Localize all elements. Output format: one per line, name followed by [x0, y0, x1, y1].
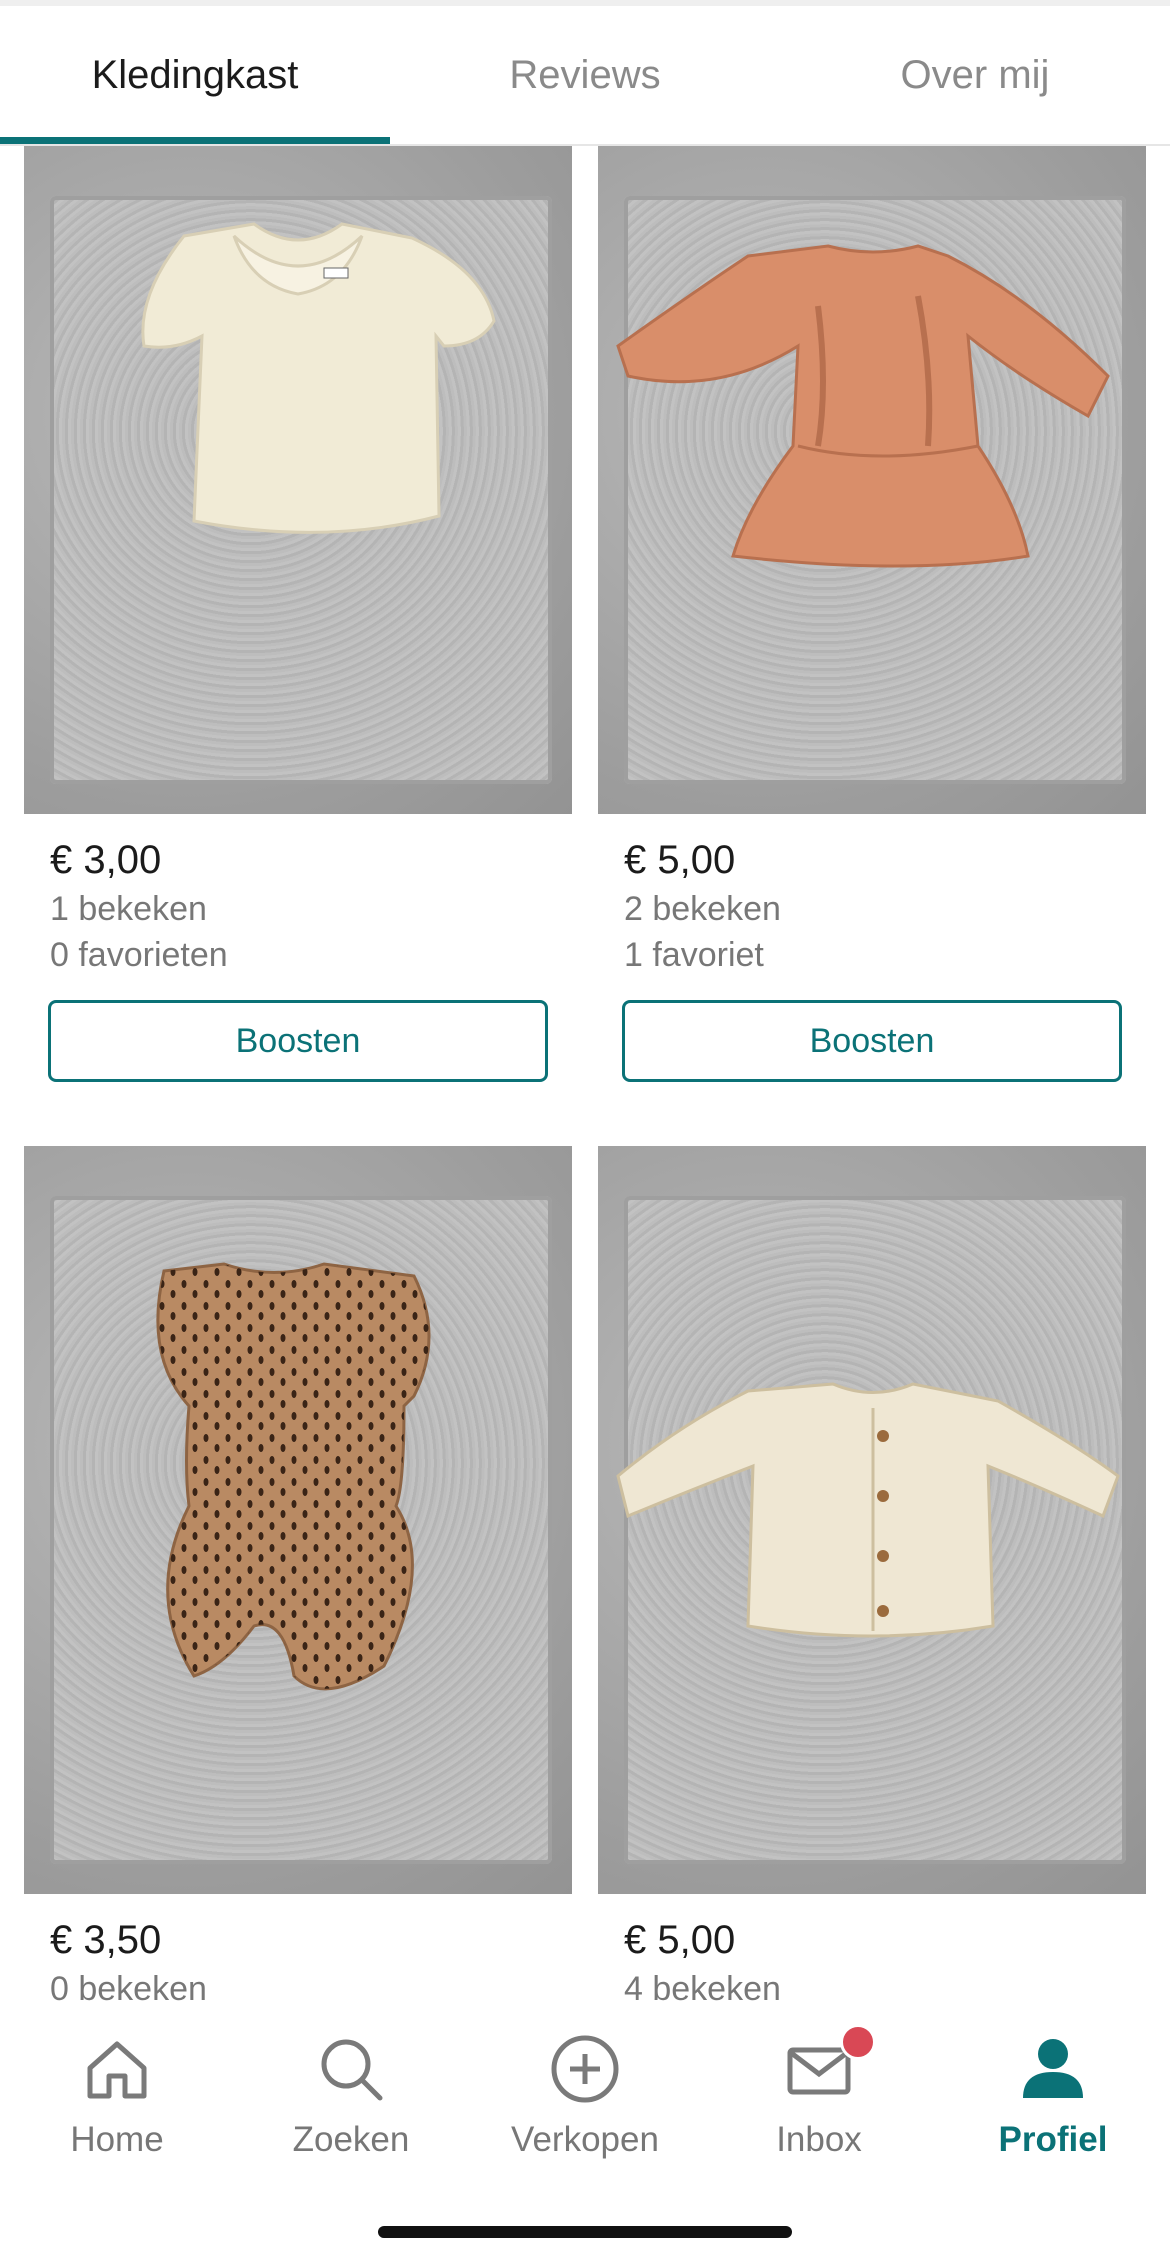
nav-label-inbox: Inbox	[776, 2120, 862, 2159]
profile-tabs: Kledingkast Reviews Over mij	[0, 6, 1170, 146]
nav-label-profile: Profiel	[998, 2120, 1108, 2159]
nav-inbox[interactable]: Inbox	[702, 2008, 936, 2178]
item-photo-cream-eyelet-cardigan[interactable]	[598, 1146, 1146, 1894]
nav-label-search: Zoeken	[292, 2120, 410, 2159]
notification-dot	[840, 2024, 876, 2060]
tab-over-mij[interactable]: Over mij	[780, 6, 1170, 144]
nav-home[interactable]: Home	[0, 2008, 234, 2178]
item-photo-orange-ruffle-dress[interactable]	[598, 146, 1146, 814]
tab-label: Kledingkast	[91, 52, 299, 97]
profile-icon	[1023, 2039, 1083, 2098]
nav-profile[interactable]: Profiel	[936, 2008, 1170, 2178]
tab-kledingkast[interactable]: Kledingkast	[0, 6, 390, 144]
item-price: € 3,00	[50, 838, 162, 882]
boost-button[interactable]: Boosten	[622, 1000, 1122, 1082]
boost-button[interactable]: Boosten	[48, 1000, 548, 1082]
item-views: 0 bekeken	[50, 1970, 207, 2008]
active-tab-indicator	[0, 137, 390, 144]
nav-search[interactable]: Zoeken	[234, 2008, 468, 2178]
nav-sell[interactable]: Verkopen	[468, 2008, 702, 2178]
item-price: € 5,00	[624, 838, 736, 882]
item-price: € 5,00	[624, 1918, 736, 1962]
search-icon	[321, 2039, 383, 2101]
item-favorites: 1 favoriet	[624, 936, 764, 974]
bottom-navigation: Home Zoeken Verkopen Inbox Profiel	[0, 2008, 1170, 2262]
plus-circle-icon	[551, 2035, 619, 2103]
item-views: 2 bekeken	[624, 890, 781, 928]
tab-reviews[interactable]: Reviews	[390, 6, 780, 144]
item-views: 1 bekeken	[50, 890, 207, 928]
tab-label: Reviews	[509, 52, 661, 97]
tab-label: Over mij	[900, 52, 1050, 97]
item-photo-brown-dotted-romper[interactable]	[24, 1146, 572, 1894]
item-photo-cream-ruffle-top[interactable]	[24, 146, 572, 814]
nav-label-home: Home	[70, 2120, 164, 2159]
item-views: 4 bekeken	[624, 1970, 781, 2008]
nav-label-sell: Verkopen	[511, 2120, 659, 2159]
item-price: € 3,50	[50, 1918, 162, 1962]
home-indicator	[378, 2226, 792, 2238]
home-icon	[87, 2041, 147, 2099]
item-favorites: 0 favorieten	[50, 936, 228, 974]
